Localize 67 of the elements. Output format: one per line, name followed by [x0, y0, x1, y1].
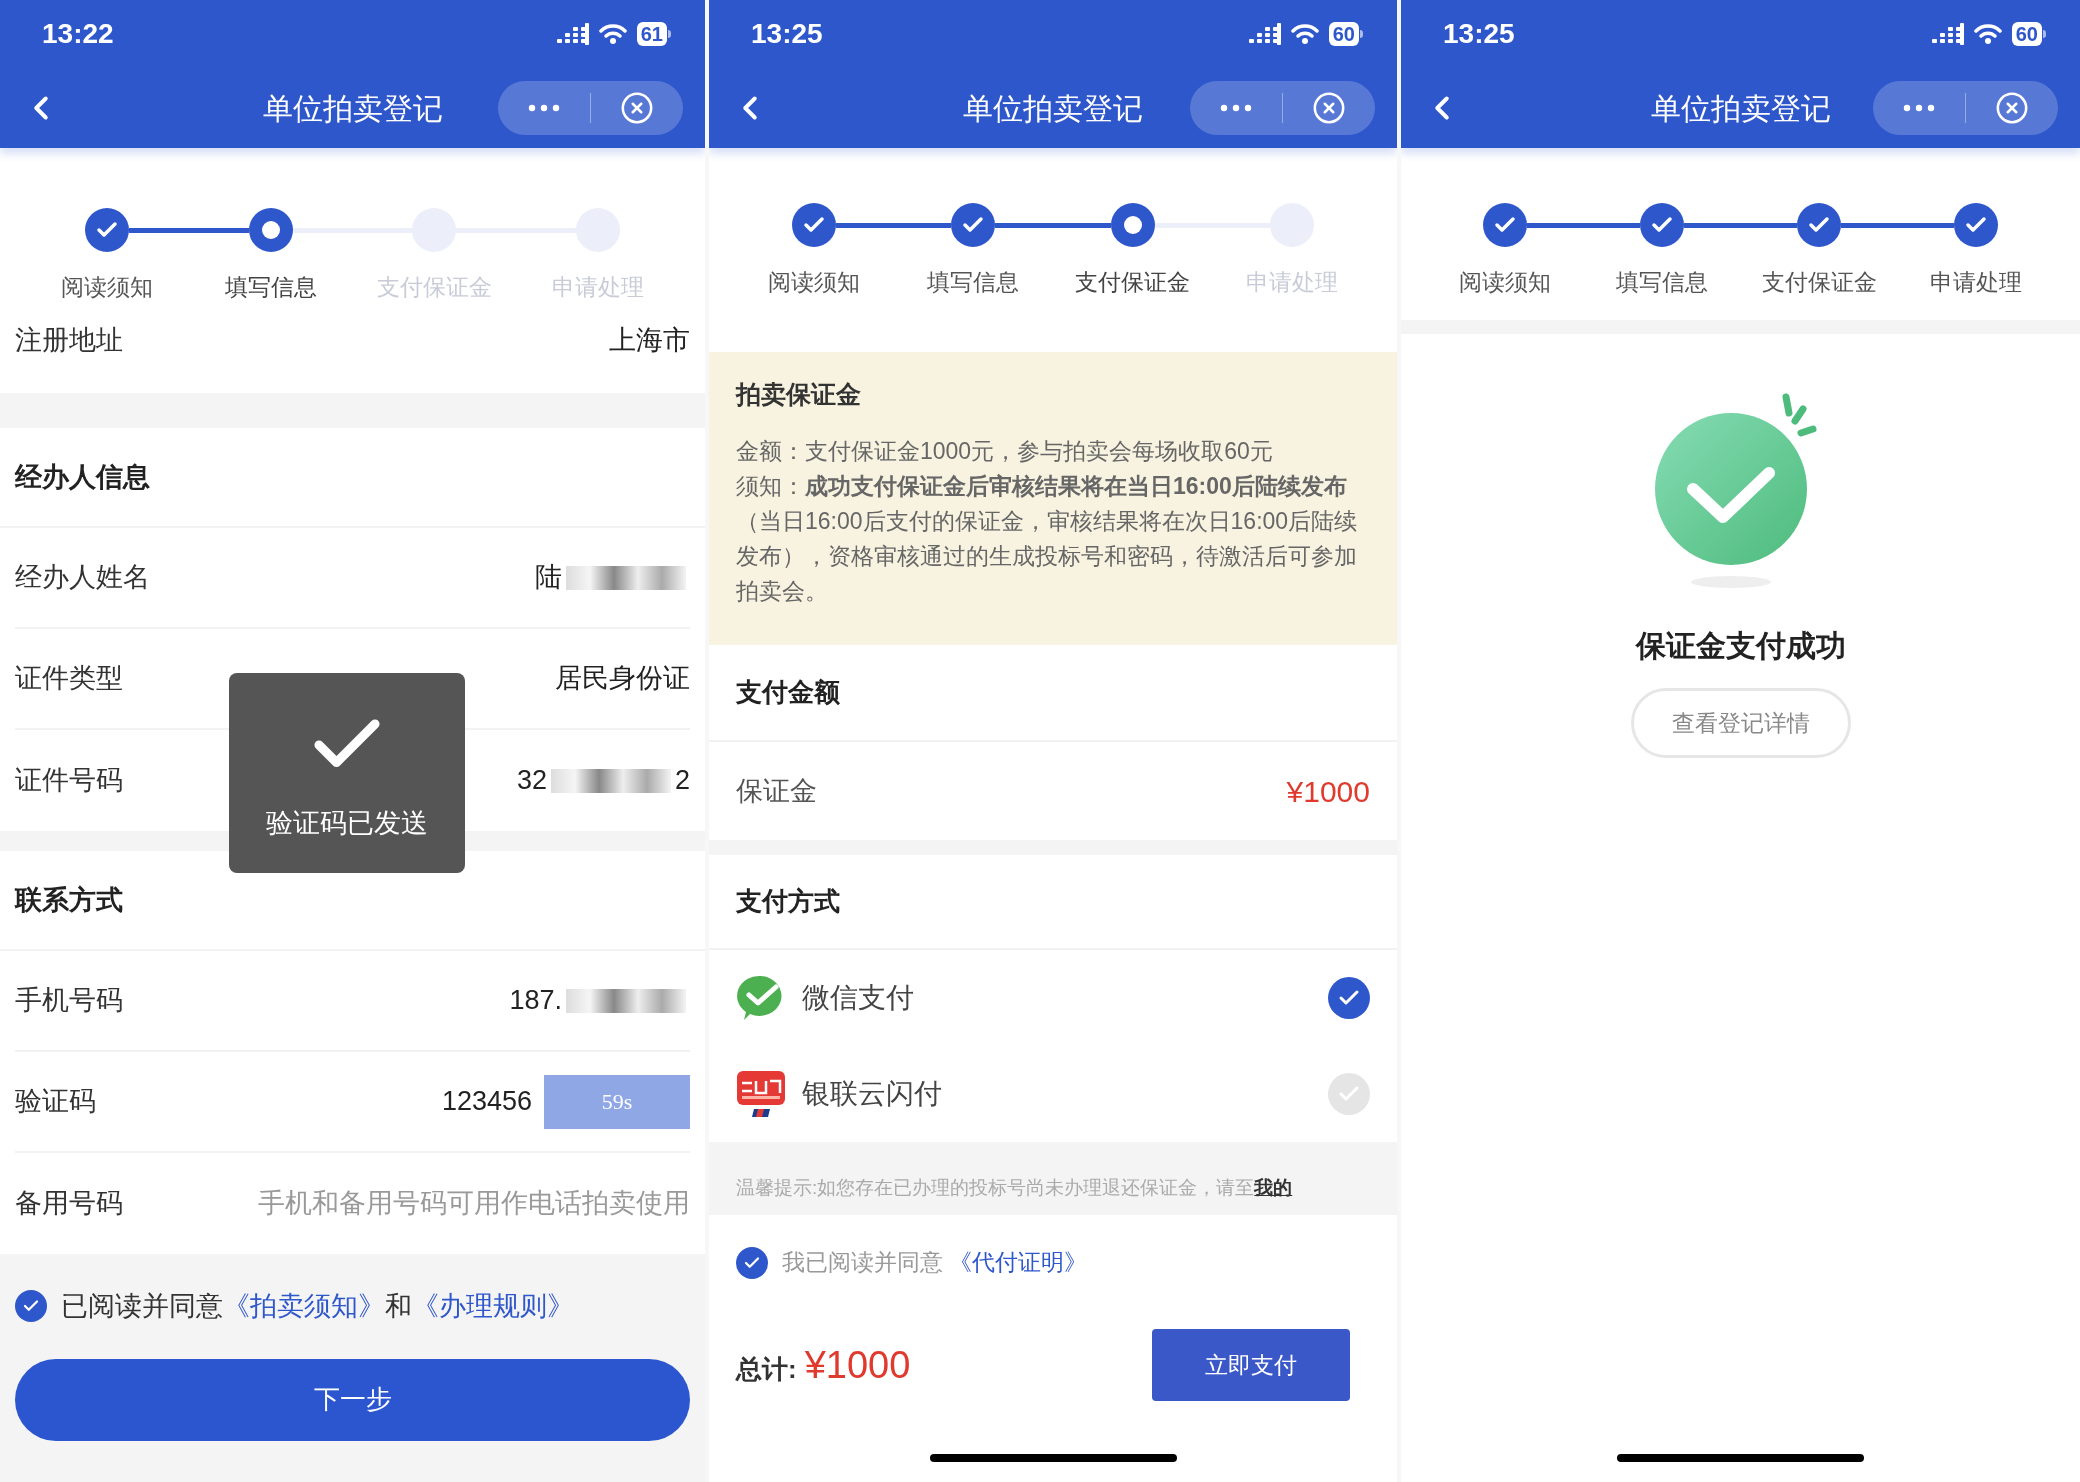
step-label: 填写信息: [927, 268, 1020, 297]
wifi-icon: [1290, 23, 1319, 45]
payment-method-name: 微信支付: [802, 981, 915, 1015]
page-title: 单位拍卖登记: [262, 90, 443, 127]
notice-title: 拍卖保证金: [736, 379, 862, 410]
field-label: 备用号码: [15, 1187, 123, 1221]
agreement-text: 我已阅读并同意 《代付证明》: [782, 1248, 1088, 1278]
field-value: 187.: [509, 984, 562, 1018]
payment-card-logo-icon: [736, 1069, 786, 1119]
notice-text: 须知：成功支付保证金后审核结果将在当日16:00后陆续发布（当日16:00后支付的保证金，审核结果将在次日16:00后陆续发布），资格审核通过的生成投标号和密码，待激活后可参加拍卖会。: [736, 471, 1359, 606]
step-label: 阅读须知: [60, 273, 153, 302]
radio-check[interactable]: [1328, 1073, 1370, 1115]
field-label: 证件类型: [15, 662, 123, 696]
agreement-text: 已阅读并同意《拍卖须知》和《办理规则》: [61, 1290, 574, 1323]
page-title: 单位拍卖登记: [1650, 90, 1831, 127]
agreement-link[interactable]: 《代付证明》: [949, 1249, 1088, 1276]
total-label: 总计:: [736, 1352, 797, 1386]
field-label: 注册地址: [15, 324, 123, 357]
field-label: 保证金: [736, 774, 817, 808]
radio-check[interactable]: [1328, 977, 1370, 1019]
section-title: 支付方式: [736, 885, 840, 918]
total-amount: ¥1000: [804, 1342, 911, 1388]
step-label: 阅读须知: [767, 268, 860, 297]
next-button[interactable]: 下一步: [15, 1358, 690, 1441]
deposit-amount: ¥1000: [1286, 773, 1370, 810]
wifi-icon: [1973, 23, 2002, 45]
field-value: 123456: [441, 1085, 532, 1119]
field-value: 陆: [535, 561, 562, 595]
page-title: 单位拍卖登记: [963, 90, 1143, 127]
step-label: 支付保证金: [1761, 268, 1877, 297]
pay-now-button[interactable]: 立即支付: [1152, 1329, 1350, 1401]
status-time: 13:25: [751, 17, 823, 51]
step-label: 支付保证金: [1075, 268, 1191, 297]
agree-checkbox[interactable]: [736, 1246, 768, 1279]
agree-checkbox[interactable]: [15, 1290, 47, 1323]
field-value: 上海市: [609, 324, 690, 357]
field-label: 经办人姓名: [15, 561, 150, 595]
field-label: 证件号码: [15, 764, 123, 798]
signal-icon: [1931, 23, 1964, 45]
payment-method-name: 银联云闪付: [802, 1077, 943, 1111]
step-label: 填写信息: [1615, 268, 1708, 297]
field-value: 2: [674, 764, 690, 798]
step-label: 填写信息: [224, 273, 317, 302]
signal-icon: [556, 23, 589, 45]
tip-text: 温馨提示:如您存在已办理的投标号尚未办理退还保证金，请至我的: [736, 1176, 1294, 1200]
wifi-icon: [598, 23, 627, 45]
step-label: 阅读须知: [1458, 268, 1551, 297]
result-title: 保证金支付成功: [1635, 628, 1846, 664]
field-value: 32: [516, 764, 547, 798]
section-title: 支付金额: [736, 676, 840, 709]
view-details-button[interactable]: 查看登记详情: [1630, 688, 1851, 758]
field-label: 验证码: [15, 1085, 96, 1119]
signal-icon: [1248, 23, 1281, 45]
field-value: 居民身份证: [555, 662, 690, 696]
status-time: 13:25: [1443, 17, 1515, 51]
payment-method-option[interactable]: 微信支付: [709, 950, 1397, 1046]
agreement-link[interactable]: 《办理规则》: [412, 1291, 574, 1321]
toast-text: 验证码已发送: [266, 806, 428, 840]
field-label: 手机号码: [15, 984, 123, 1018]
payment-method-option[interactable]: 银联云闪付: [709, 1046, 1397, 1142]
agreement-link[interactable]: 《拍卖须知》: [223, 1291, 385, 1321]
status-time: 13:22: [42, 17, 114, 51]
my-link[interactable]: 我的: [1254, 1177, 1293, 1198]
step-label: 申请处理: [1930, 268, 2023, 297]
section-title: 经办人信息: [15, 460, 150, 494]
notice-text: 金额：支付保证金1000元，参与拍卖会每场收取60元: [736, 436, 1274, 466]
section-title: 联系方式: [15, 883, 123, 917]
